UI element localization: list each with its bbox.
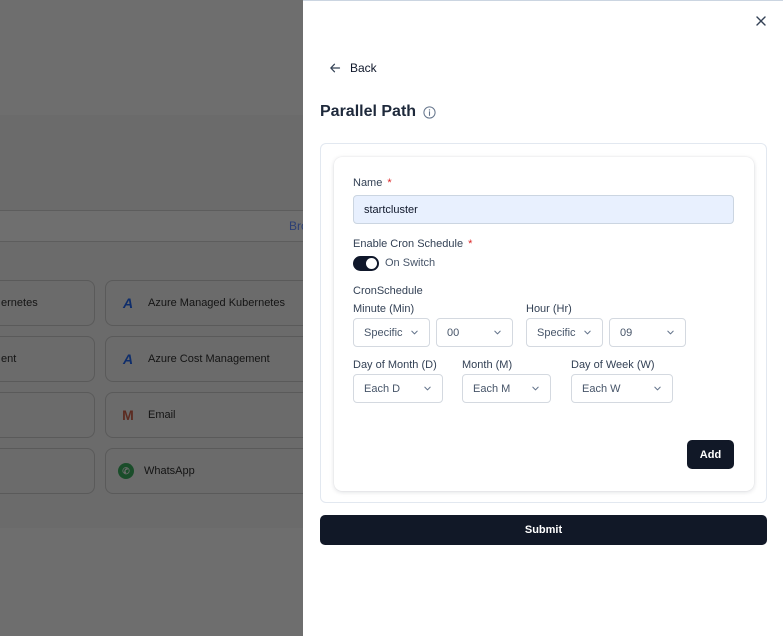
- integration-card-label: ernetes: [1, 297, 38, 309]
- back-button[interactable]: Back: [329, 61, 377, 75]
- arrow-left-icon: [330, 63, 341, 73]
- month-select[interactable]: Each M: [462, 374, 551, 403]
- drawer-header: Parallel Path: [320, 103, 436, 121]
- chevron-down-icon: [411, 330, 418, 335]
- azure-icon: A: [122, 295, 134, 311]
- chevron-down-icon: [424, 386, 431, 391]
- integration-card: [0, 448, 95, 494]
- minute-value-select[interactable]: 00: [436, 318, 513, 347]
- name-input[interactable]: startcluster: [353, 195, 734, 224]
- day-of-week-select[interactable]: Each W: [571, 374, 673, 403]
- side-drawer: Back Parallel Path Name * startcluster En…: [303, 0, 783, 636]
- background-search-bar: [0, 210, 303, 242]
- hour-value: 09: [620, 326, 633, 339]
- page-title: Parallel Path: [320, 103, 417, 120]
- cron-enable-label-text: Enable Cron Schedule: [353, 238, 464, 250]
- back-label: Back: [350, 61, 377, 75]
- background-overlay: Bro ernetes A Azure Managed Kubernetes e…: [0, 0, 303, 636]
- chevron-down-icon: [667, 330, 674, 335]
- submit-button[interactable]: Submit: [320, 515, 767, 545]
- month-label: Month (M): [462, 359, 513, 371]
- name-input-value: startcluster: [364, 203, 418, 216]
- info-icon[interactable]: [423, 105, 436, 119]
- chevron-down-icon: [654, 386, 661, 391]
- close-icon[interactable]: [753, 13, 769, 29]
- form-container: Name * startcluster Enable Cron Schedule *…: [320, 143, 767, 503]
- chevron-down-icon: [494, 330, 501, 335]
- day-of-week-value: Each W: [582, 382, 621, 395]
- day-of-month-label: Day of Month (D): [353, 359, 437, 371]
- hour-mode-select[interactable]: Specific: [526, 318, 603, 347]
- whatsapp-icon: ✆: [118, 463, 134, 479]
- cron-enable-toggle[interactable]: [353, 256, 379, 271]
- integration-card-label: ent: [1, 353, 17, 365]
- hour-label: Hour (Hr): [526, 303, 572, 315]
- integration-card: [0, 392, 95, 438]
- integration-card: ernetes: [0, 280, 95, 326]
- required-marker: *: [468, 238, 473, 250]
- toggle-knob: [366, 258, 377, 269]
- chevron-down-icon: [584, 330, 591, 335]
- minute-label: Minute (Min): [353, 303, 415, 315]
- cron-form-card: Name * startcluster Enable Cron Schedule *…: [334, 157, 754, 491]
- day-of-month-select[interactable]: Each D: [353, 374, 443, 403]
- background-browse-link: Bro: [289, 219, 303, 233]
- integration-card-label: Email: [148, 409, 176, 421]
- integration-card-label: Azure Managed Kubernetes: [148, 297, 285, 309]
- gmail-icon: M: [122, 407, 134, 423]
- required-marker: *: [387, 177, 392, 189]
- integration-card-label: WhatsApp: [144, 465, 195, 477]
- add-button[interactable]: Add: [687, 440, 734, 469]
- day-of-month-value: Each D: [364, 382, 401, 395]
- minute-mode-value: Specific: [364, 326, 403, 339]
- integration-card: ✆ WhatsApp: [105, 448, 303, 494]
- azure-icon: A: [122, 351, 134, 367]
- minute-value: 00: [447, 326, 460, 339]
- name-field-label: Name *: [353, 177, 392, 189]
- chevron-down-icon: [532, 386, 539, 391]
- cron-schedule-label: CronSchedule: [353, 285, 423, 297]
- day-of-week-label: Day of Week (W): [571, 359, 655, 371]
- switch-label: On Switch: [385, 257, 436, 269]
- integration-card: A Azure Cost Management: [105, 336, 303, 382]
- integration-card: ent: [0, 336, 95, 382]
- name-label-text: Name: [353, 177, 383, 189]
- minute-mode-select[interactable]: Specific: [353, 318, 430, 347]
- integration-card: A Azure Managed Kubernetes: [105, 280, 303, 326]
- month-value: Each M: [473, 382, 511, 395]
- hour-mode-value: Specific: [537, 326, 576, 339]
- integration-card: M Email: [105, 392, 303, 438]
- integration-card-label: Azure Cost Management: [148, 353, 270, 365]
- cron-enable-label: Enable Cron Schedule *: [353, 238, 472, 250]
- hour-value-select[interactable]: 09: [609, 318, 686, 347]
